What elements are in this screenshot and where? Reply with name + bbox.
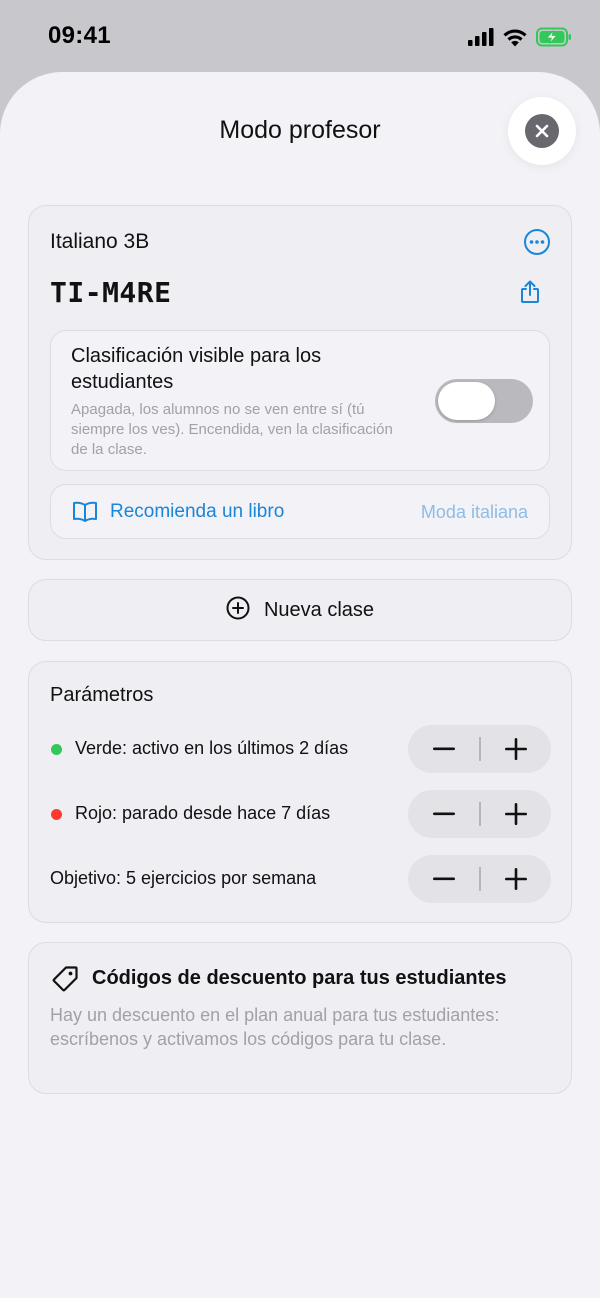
decrement-button[interactable] — [408, 725, 479, 773]
battery-charging-icon — [536, 27, 572, 52]
close-button[interactable] — [508, 97, 576, 165]
param-label-red: Rojo: parado desde hace 7 días — [75, 803, 331, 823]
discount-codes-card[interactable]: Códigos de descuento para tus estudiante… — [28, 942, 572, 1094]
class-name: Italiano 3B — [50, 230, 150, 253]
status-bar: 09:41 — [0, 0, 600, 72]
wifi-icon — [502, 28, 528, 52]
weekly-goal-stepper — [408, 855, 551, 903]
recommended-book-value: Moda italiana — [420, 502, 528, 522]
toggle-knob — [438, 382, 495, 420]
leaderboard-visibility-setting: Clasificación visible para los estudiant… — [50, 330, 550, 471]
status-icons — [468, 27, 572, 52]
parameters-title: Parámetros — [50, 684, 154, 706]
param-label-goal: Objetivo: 5 ejercicios por semana — [50, 868, 317, 888]
decrement-button[interactable] — [408, 790, 479, 838]
book-icon — [72, 501, 98, 528]
increment-button[interactable] — [480, 855, 551, 903]
plus-circle-icon — [226, 596, 250, 625]
discount-description: Hay un descuento en el plan anual para t… — [50, 1005, 500, 1049]
param-row-green: Verde: activo en los últimos 2 días — [50, 725, 551, 775]
parameters-card: Parámetros Verde: activo en los últimos … — [28, 661, 572, 923]
red-status-dot — [51, 809, 62, 820]
class-card: Italiano 3B TI-M4RE Clasificación visibl… — [28, 205, 572, 560]
recommend-book-label: Recomienda un libro — [110, 501, 285, 522]
teacher-mode-sheet: Modo profesor Italiano 3B TI-M4RE Clasif… — [0, 72, 600, 1298]
new-class-button[interactable]: Nueva clase — [28, 579, 572, 641]
leaderboard-title: Clasificación visible para los estudiant… — [71, 345, 322, 393]
param-row-red: Rojo: parado desde hace 7 días — [50, 790, 551, 840]
share-icon[interactable] — [519, 280, 541, 309]
red-days-stepper — [408, 790, 551, 838]
leaderboard-toggle[interactable] — [435, 379, 533, 423]
ellipsis-circle-icon[interactable] — [523, 228, 551, 261]
param-row-goal: Objetivo: 5 ejercicios por semana — [50, 855, 551, 905]
recommend-book-row[interactable]: Recomienda un libro Moda italiana — [50, 484, 550, 539]
discount-title: Códigos de descuento para tus estudiante… — [92, 967, 507, 989]
class-code: TI-M4RE — [50, 276, 172, 309]
tag-icon — [51, 965, 79, 998]
status-time: 09:41 — [48, 22, 111, 49]
increment-button[interactable] — [480, 790, 551, 838]
new-class-content: Nueva clase — [29, 580, 571, 640]
close-icon — [525, 114, 559, 148]
cellular-signal-icon — [468, 28, 494, 51]
leaderboard-description: Apagada, los alumnos no se ven entre sí … — [71, 401, 393, 458]
decrement-button[interactable] — [408, 855, 479, 903]
new-class-label: Nueva clase — [263, 598, 375, 621]
increment-button[interactable] — [480, 725, 551, 773]
param-label-green: Verde: activo en los últimos 2 días — [75, 738, 349, 758]
green-status-dot — [51, 744, 62, 755]
green-days-stepper — [408, 725, 551, 773]
